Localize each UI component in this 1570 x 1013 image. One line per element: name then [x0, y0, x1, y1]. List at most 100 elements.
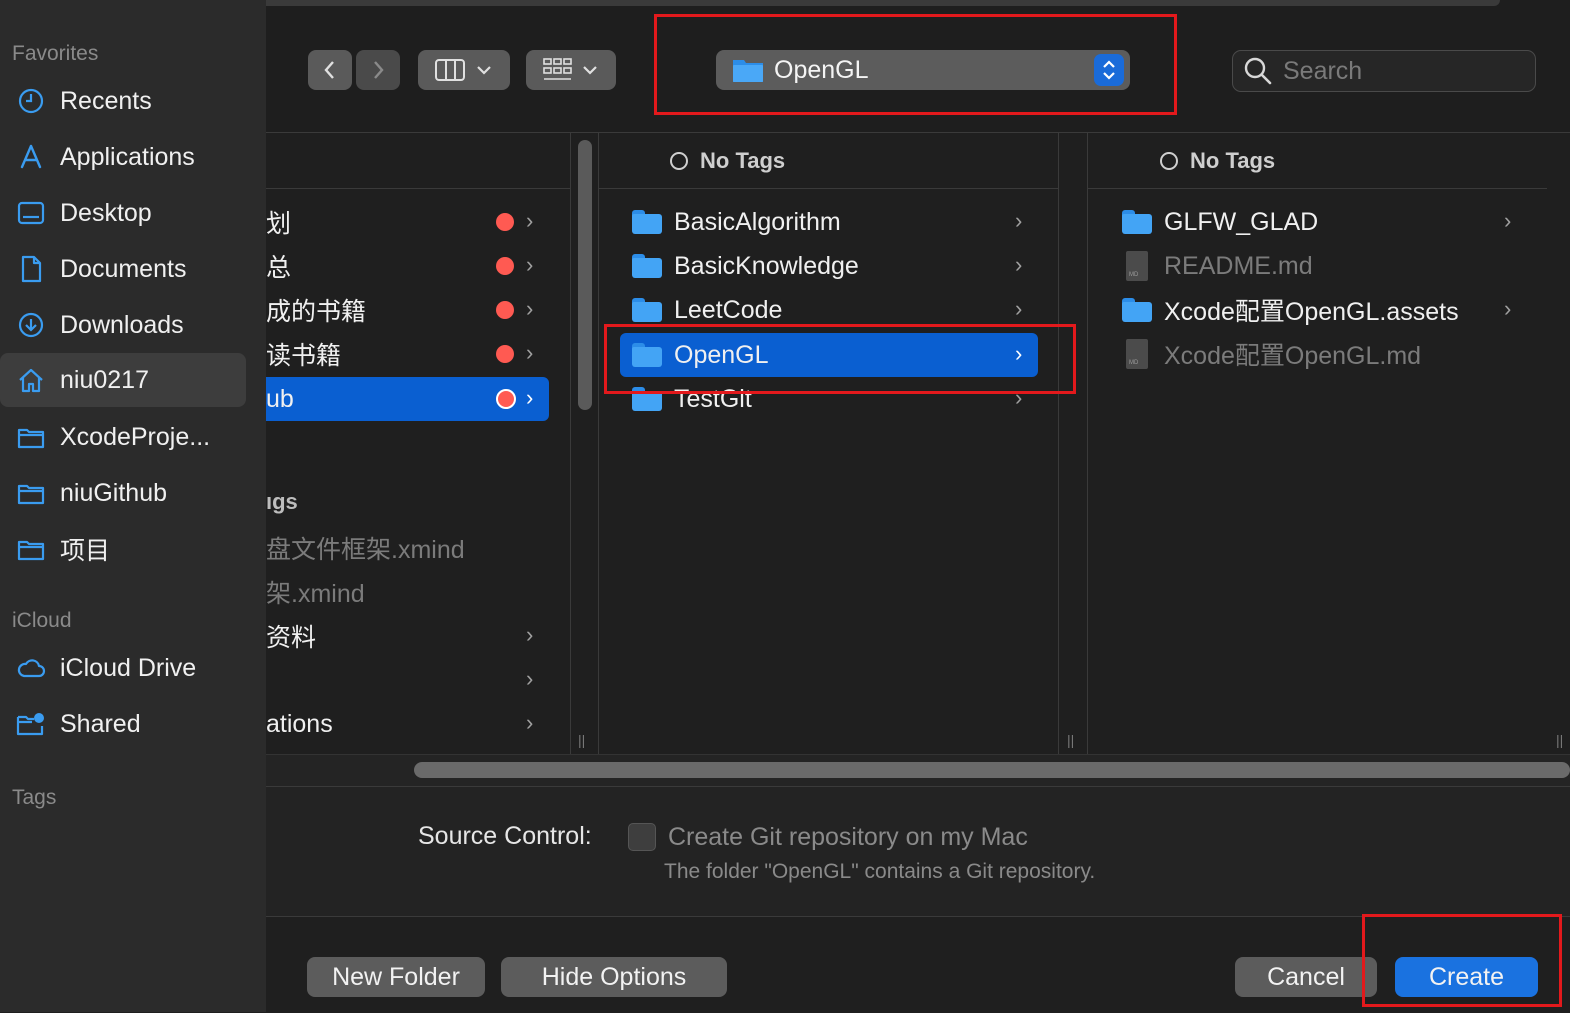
- sidebar-item-label: 项目: [60, 537, 111, 565]
- sidebar-item-xcodeprojects[interactable]: XcodeProje...: [0, 410, 246, 464]
- chevron-right-icon: ›: [526, 252, 534, 277]
- sidebar-item-recents[interactable]: Recents: [0, 74, 246, 128]
- column-resize-handle[interactable]: ||: [578, 732, 585, 748]
- column-resize-handle[interactable]: ||: [1067, 732, 1074, 748]
- horizontal-scrollbar[interactable]: [414, 762, 1570, 778]
- sidebar-item-projects[interactable]: 项目: [0, 522, 246, 576]
- cancel-button[interactable]: Cancel: [1235, 957, 1377, 997]
- list-item[interactable]: BasicKnowledge ›: [620, 244, 1038, 288]
- shared-folder-icon: [16, 709, 46, 739]
- chevron-right-icon: ›: [1015, 208, 1023, 233]
- list-item[interactable]: Xcode配置OpenGL.assets ›: [1110, 288, 1530, 332]
- sidebar-item-label: Applications: [60, 142, 195, 171]
- highlight-box-create: [1362, 914, 1562, 1007]
- create-git-label[interactable]: Create Git repository on my Mac: [668, 823, 1028, 852]
- hide-options-button[interactable]: Hide Options: [501, 957, 727, 997]
- list-item[interactable]: MD Xcode配置OpenGL.md: [1110, 332, 1530, 376]
- chevron-right-icon: ›: [526, 340, 534, 365]
- sidebar-item-label: Shared: [60, 709, 141, 738]
- chevron-down-icon: [477, 66, 491, 75]
- red-tag-icon: [496, 213, 514, 231]
- list-item[interactable]: 成的书籍 ›: [266, 288, 550, 332]
- column-divider: [1087, 132, 1088, 754]
- search-field[interactable]: Search: [1232, 50, 1536, 92]
- sidebar-item-niugithub[interactable]: niuGithub: [0, 466, 246, 520]
- item-label: ub: [266, 384, 294, 413]
- create-git-checkbox[interactable]: [628, 823, 656, 851]
- download-icon: [16, 310, 46, 340]
- list-item[interactable]: ations ›: [266, 702, 550, 746]
- folder-icon: [1122, 298, 1152, 322]
- list-item[interactable]: BasicAlgorithm ›: [620, 200, 1038, 244]
- red-tag-icon: [496, 301, 514, 319]
- list-item-selected[interactable]: ub ›: [266, 377, 549, 421]
- vertical-scrollbar[interactable]: [578, 140, 592, 410]
- item-label: ations: [266, 709, 333, 738]
- column-divider: [570, 132, 571, 754]
- highlight-box-location: [654, 14, 1177, 115]
- chevron-right-icon: ›: [526, 710, 534, 735]
- columns-view-icon: [435, 59, 465, 81]
- folder-icon: [1122, 210, 1152, 234]
- item-label: 成的书籍: [266, 298, 367, 326]
- git-repo-note: The folder "OpenGL" contains a Git repos…: [664, 860, 1096, 883]
- sidebar-item-applications[interactable]: Applications: [0, 130, 246, 184]
- sidebar-item-home[interactable]: niu0217: [0, 353, 246, 407]
- sidebar-item-icloud-drive[interactable]: iCloud Drive: [0, 641, 246, 695]
- item-label: Xcode配置OpenGL.md: [1164, 342, 1422, 370]
- list-item[interactable]: 读书籍 ›: [266, 332, 550, 376]
- group-button[interactable]: [526, 50, 616, 90]
- sidebar-item-shared[interactable]: Shared: [0, 697, 246, 751]
- folder-icon: [16, 422, 46, 452]
- circle-icon: [1160, 152, 1178, 170]
- red-tag-icon: [496, 257, 514, 275]
- sidebar-item-label: Recents: [60, 86, 152, 115]
- list-item[interactable]: 资料 ›: [266, 614, 550, 658]
- chevron-right-icon: ›: [1015, 252, 1023, 277]
- column-resize-handle[interactable]: ||: [1556, 732, 1563, 748]
- chevron-right-icon: ›: [526, 208, 534, 233]
- folder-icon: [16, 534, 46, 564]
- forward-button[interactable]: [356, 50, 400, 90]
- item-label: 资料: [266, 624, 317, 652]
- list-item[interactable]: ›: [266, 658, 550, 702]
- folder-icon: [632, 210, 662, 234]
- sidebar-item-desktop[interactable]: Desktop: [0, 186, 246, 240]
- back-button[interactable]: [308, 50, 352, 90]
- folder-icon: [632, 254, 662, 278]
- source-control-label: Source Control:: [418, 822, 592, 850]
- list-item[interactable]: 盘文件框架.xmind: [266, 526, 550, 570]
- red-tag-icon: [496, 389, 516, 409]
- list-item[interactable]: 架.xmind: [266, 570, 550, 614]
- sidebar-item-label: niu0217: [60, 365, 149, 394]
- sidebar-item-label: iCloud Drive: [60, 653, 197, 682]
- home-icon: [16, 365, 46, 395]
- cloud-icon: [16, 653, 46, 683]
- list-item[interactable]: ıgs: [266, 480, 550, 524]
- view-mode-button[interactable]: [418, 50, 510, 90]
- item-label: ıgs: [266, 489, 298, 514]
- sidebar-section-icloud: iCloud: [12, 609, 72, 632]
- chevron-right-icon: ›: [1504, 208, 1512, 233]
- red-tag-icon: [496, 345, 514, 363]
- item-label: GLFW_GLAD: [1164, 207, 1319, 236]
- item-label: 读书籍: [266, 342, 342, 370]
- search-icon: [1244, 57, 1272, 85]
- sidebar-item-downloads[interactable]: Downloads: [0, 298, 246, 352]
- list-item[interactable]: MD README.md: [1110, 244, 1530, 288]
- sidebar-item-documents[interactable]: Documents: [0, 242, 246, 296]
- item-label: 总: [266, 254, 292, 282]
- list-item[interactable]: 总 ›: [266, 244, 550, 288]
- new-folder-button[interactable]: New Folder: [307, 957, 485, 997]
- tags-header-label: No Tags: [1190, 148, 1276, 173]
- md-badge: MD: [1129, 360, 1139, 366]
- tags-header[interactable]: No Tags: [1160, 148, 1275, 174]
- markdown-file-icon: MD: [1126, 251, 1148, 281]
- tags-header[interactable]: No Tags: [670, 148, 785, 174]
- sidebar-item-label: XcodeProje...: [60, 422, 211, 451]
- list-item[interactable]: GLFW_GLAD ›: [1110, 200, 1530, 244]
- item-label: 划: [266, 210, 292, 238]
- chevron-left-icon: [324, 61, 334, 79]
- tags-header-label: No Tags: [700, 148, 786, 173]
- list-item[interactable]: 划 ›: [266, 200, 550, 244]
